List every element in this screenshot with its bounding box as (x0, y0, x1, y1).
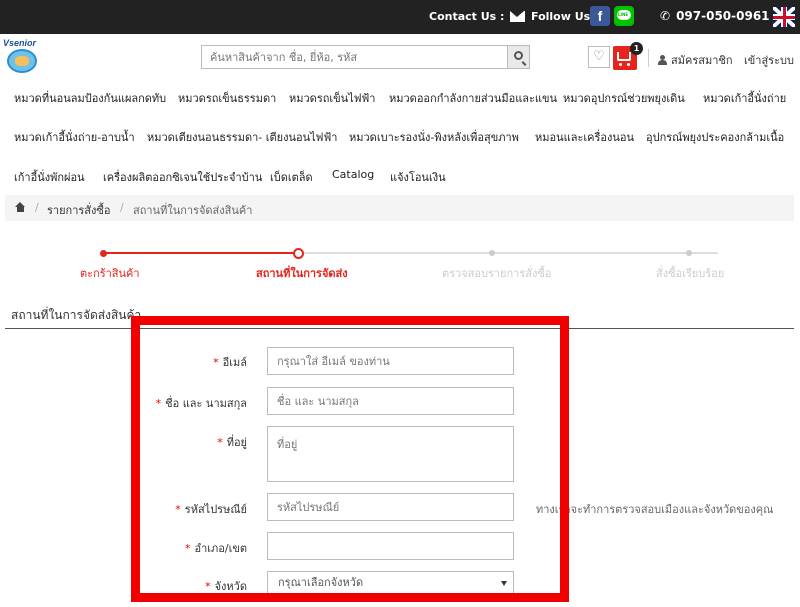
nav-payment-notify-link[interactable]: แจ้งโอนเงิน (390, 168, 446, 186)
top-bar: Contact Us : Follow Us : f ✆ 097-050-096… (0, 0, 800, 34)
required-mark: * (175, 503, 181, 516)
step-label-review: ตรวจสอบรายการสั่งซื้อ (442, 267, 552, 280)
progress-line-pending (298, 252, 718, 254)
section-divider (5, 328, 794, 329)
register-label: สมัครสมาชิก (671, 54, 733, 67)
nav-category-pillows-bedding[interactable]: หมอนและเครื่องนอน (535, 128, 634, 146)
section-title: สถานที่ในการจัดส่งสินค้า (11, 308, 142, 322)
login-link[interactable]: เข้าสู่ระบบ (744, 51, 794, 69)
nav-category-misc[interactable]: เบ็ดเตล็ด (270, 168, 313, 186)
province-select[interactable]: กรุณาเลือกจังหวัด (267, 571, 514, 595)
contact-us-label: Contact Us : (429, 10, 505, 23)
required-mark: * (205, 580, 211, 593)
cart-count-badge: 1 (630, 42, 643, 55)
step-dot-review (489, 250, 495, 256)
search-input[interactable] (202, 46, 508, 68)
nav-category-air-mattress[interactable]: หมวดที่นอนลมป้องกันแผลกดทับ (14, 89, 166, 107)
breadcrumb: / รายการสั่งซื้อ / สถานที่ในการจัดส่งสิน… (5, 195, 794, 221)
breadcrumb-current: สถานที่ในการจัดส่งสินค้า (133, 204, 253, 217)
register-link[interactable]: สมัครสมาชิก (658, 51, 733, 69)
follow-us-label: Follow Us : (531, 10, 599, 23)
nav-category-muscle-support[interactable]: อุปกรณ์พยุงประคองกล้ามเนื้อ (646, 128, 784, 146)
cart-button[interactable]: 1 (613, 42, 643, 70)
address-label: * ที่อยู่ (217, 436, 247, 449)
postcode-label: * รหัสไปรษณีย์ (175, 503, 247, 516)
address-textarea[interactable] (267, 426, 514, 482)
nav-category-hand-arm-exercise[interactable]: หมวดออกกำลังกายส่วนมือและแขน (389, 89, 557, 107)
required-mark: * (184, 542, 191, 555)
nav-category-electric-wheelchair[interactable]: หมวดรถเข็นไฟฟ้า (289, 89, 375, 107)
step-label-shipping: สถานที่ในการจัดส่ง (256, 267, 348, 280)
uk-flag-icon[interactable] (773, 7, 795, 27)
email-label: * อีเมล์ (213, 356, 247, 369)
home-icon[interactable] (15, 202, 26, 212)
nav-category-walking-aids[interactable]: หมวดอุปกรณ์ช่วยพยุงเดิน (563, 89, 685, 107)
breadcrumb-separator: / (120, 201, 124, 214)
header-divider (648, 49, 649, 67)
province-selected-value: กรุณาเลือกจังหวัด (278, 576, 364, 589)
envelope-icon (510, 11, 526, 22)
phone-number: 097-050-0961 (676, 9, 770, 23)
step-dot-complete (686, 250, 692, 256)
nav-category-commode-shower-chair[interactable]: หมวดเก้าอี้นั่งถ่าย-อาบน้ำ (14, 128, 135, 146)
user-icon (658, 55, 667, 65)
chevron-down-icon (501, 581, 507, 586)
breadcrumb-separator: / (35, 201, 39, 214)
contact-us-link[interactable]: Contact Us : (429, 10, 526, 23)
phone-contact[interactable]: ✆ 097-050-0961 (660, 9, 770, 23)
site-logo[interactable]: Vsenior (3, 38, 41, 76)
breadcrumb-order-list[interactable]: รายการสั่งซื้อ (47, 201, 110, 219)
logo-image (7, 49, 37, 73)
nav-category-oxygen-concentrator[interactable]: เครื่องผลิตออกซิเจนใช้ประจำบ้าน (103, 168, 262, 186)
logo-text: Vsenior (3, 38, 37, 48)
required-mark: * (155, 397, 162, 410)
nav-category-recliner[interactable]: เก้าอี้นั่งพักผ่อน (14, 168, 85, 186)
step-dot-shipping-current (293, 248, 304, 259)
step-label-cart[interactable]: ตะกร้าสินค้า (80, 264, 140, 282)
postcode-hint: ทางเราจะทำการตรวจสอบเมืองและจังหวัดของคุ… (536, 503, 774, 516)
search-icon (514, 51, 523, 60)
name-field[interactable] (267, 387, 514, 415)
step-label-complete: สั่งซื้อเรียบร้อย (656, 267, 725, 280)
search-box (201, 45, 530, 69)
nav-category-wheelchair[interactable]: หมวดรถเข็นธรรมดา (178, 89, 276, 107)
postcode-field[interactable] (267, 493, 514, 521)
district-field[interactable] (267, 532, 514, 560)
name-label: * ชื่อ และ นามสกุล (155, 397, 247, 410)
phone-icon: ✆ (660, 9, 671, 23)
nav-category-cushions[interactable]: หมวดเบาะรองนั่ง-พิงหลังเพื่อสุขภาพ (349, 128, 519, 146)
district-label: * อำเภอ/เขต (184, 542, 247, 555)
line-app-icon[interactable] (614, 6, 634, 26)
nav-category-commode-chair[interactable]: หมวดเก้าอี้นั่งถ่าย (703, 89, 786, 107)
facebook-icon[interactable]: f (590, 6, 610, 26)
required-mark: * (213, 356, 219, 369)
nav-category-beds[interactable]: หมวดเตียงนอนธรรมดา- เตียงนอนไฟฟ้า (147, 128, 337, 146)
step-dot-cart (100, 250, 107, 257)
province-label: * จังหวัด (205, 580, 247, 593)
progress-line-complete (103, 252, 298, 254)
search-button[interactable] (507, 46, 529, 68)
required-mark: * (217, 436, 223, 449)
nav-catalog-link[interactable]: Catalog (332, 168, 374, 181)
wishlist-heart-icon[interactable]: ♡ (588, 46, 610, 68)
cart-icon (617, 52, 631, 66)
email-field[interactable] (267, 347, 514, 375)
